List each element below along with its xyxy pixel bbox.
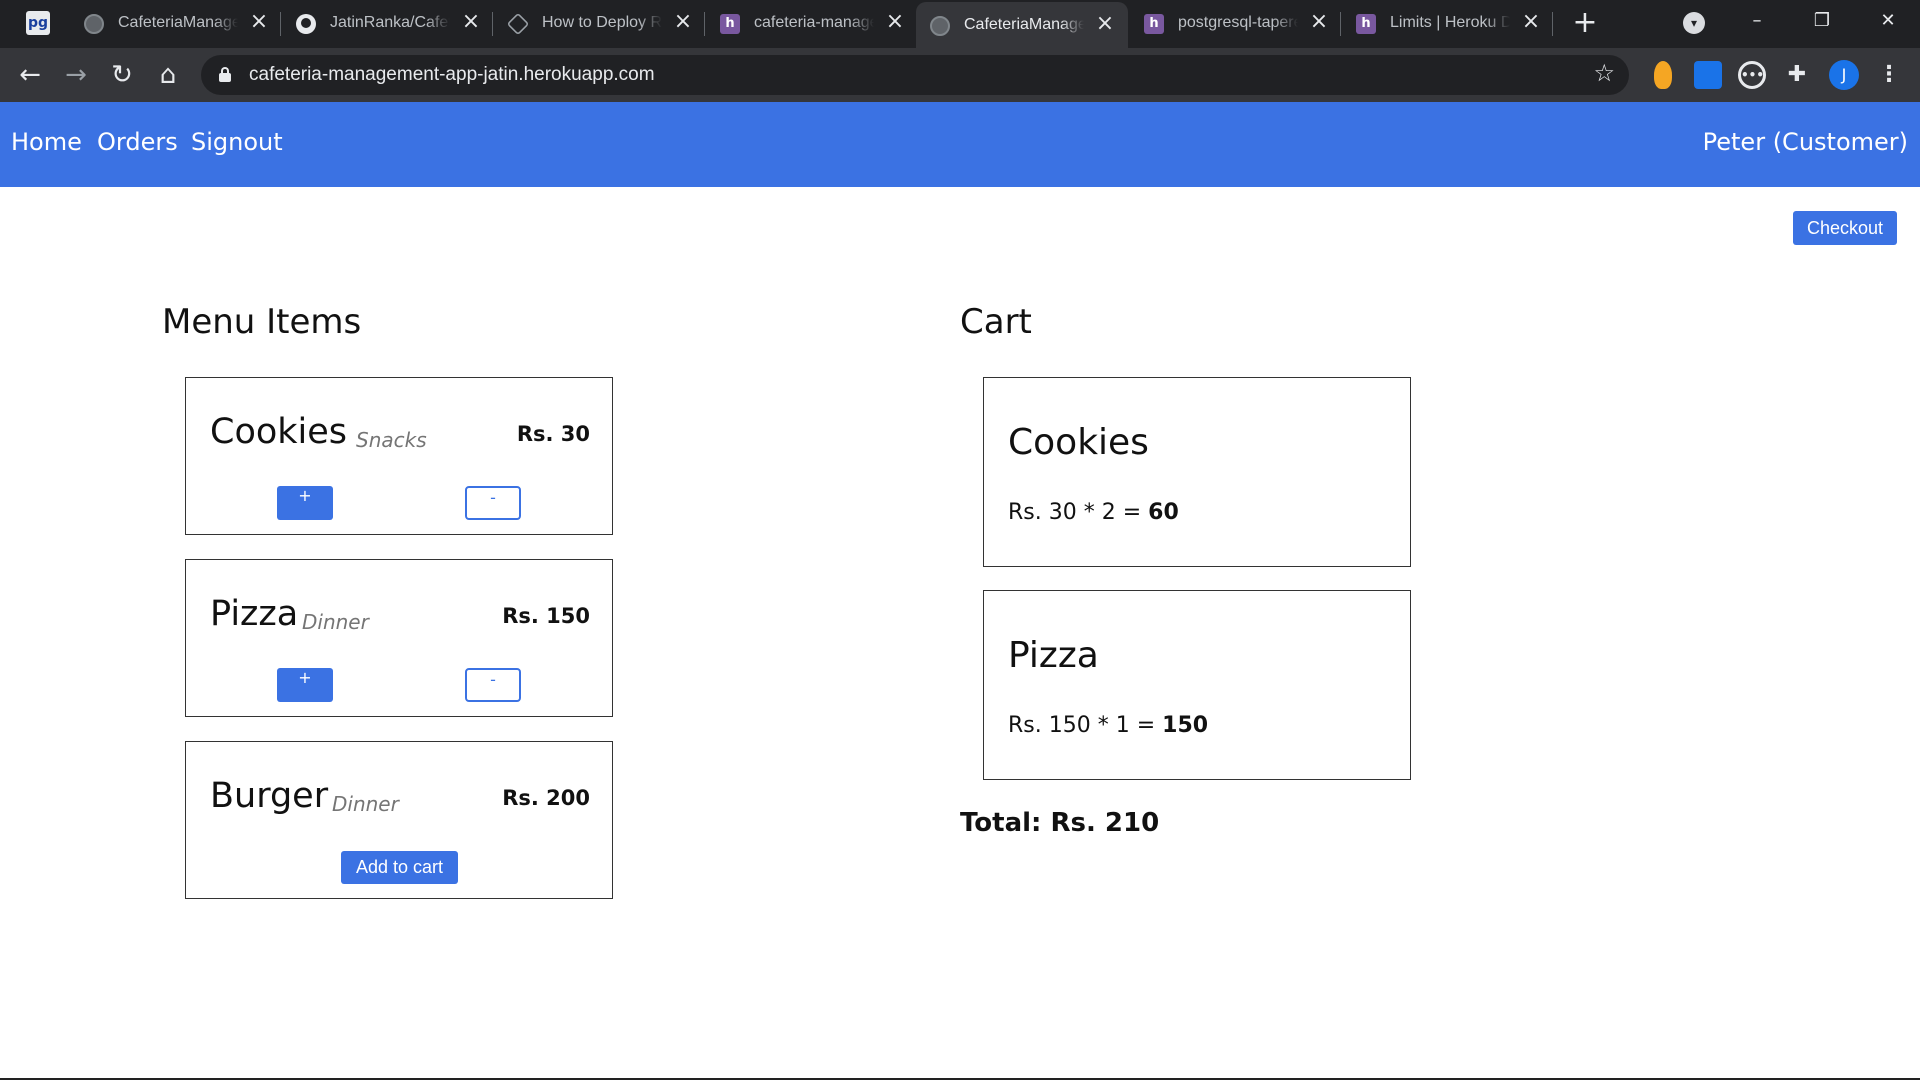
checkout-button[interactable]: Checkout [1793,211,1897,245]
close-icon[interactable]: × [884,10,906,34]
cart-heading: Cart [960,302,1032,342]
nav-link-signout[interactable]: Signout [191,128,283,156]
browser-tab-strip: pg CafeteriaManagement × JatinRanka/Cafe… [0,0,1920,48]
cart-item-name: Cookies [1008,422,1149,463]
tab-separator [1340,12,1341,36]
browser-tab[interactable]: JatinRanka/CafeteriaManagement × [282,0,494,48]
globe-icon [930,16,950,36]
menu-item-card: Pizza Dinner Rs. 150 + - [185,559,613,717]
github-icon [296,14,316,34]
menu-item-price: Rs. 30 [516,422,590,446]
bookmark-star-icon[interactable]: ☆ [1593,59,1615,87]
cart-total: Total: Rs. 210 [960,808,1160,838]
cart-item-subtotal: 60 [1148,500,1179,525]
close-icon[interactable]: × [460,10,482,34]
close-icon[interactable]: × [1308,10,1330,34]
extension-dots-icon[interactable]: ••• [1738,61,1766,89]
cart-item-formula: Rs. 30 * 2 = [1008,500,1149,525]
menu-item-name: Burger [210,776,329,816]
cart-item-card: Pizza Rs. 150 * 1 = 150 [983,590,1411,780]
close-icon[interactable]: × [1520,10,1542,34]
new-tab-plus-icon[interactable]: + [1570,8,1600,38]
home-icon[interactable]: ⌂ [152,59,184,91]
current-user-label: Peter (Customer) [1702,128,1908,156]
extension-window-icon[interactable] [1694,61,1722,89]
close-icon[interactable]: × [672,10,694,34]
address-bar[interactable]: cafeteria-management-app-jatin.herokuapp… [201,55,1629,95]
restore-icon[interactable]: ❐ [1802,6,1842,36]
browser-tab[interactable]: h postgresql-tapered × [1130,0,1342,48]
tab-title: Limits | Heroku Dev Center [1390,14,1510,32]
page-content: Home Orders Signout Peter (Customer) Che… [0,102,1920,1080]
menu-item-name: Pizza [210,594,299,634]
nav-link-home[interactable]: Home [11,128,82,156]
nav-link-orders[interactable]: Orders [97,128,178,156]
pinned-tab-pg-icon[interactable]: pg [26,11,50,35]
tab-separator [492,12,493,36]
tab-title: How to Deploy Rails [542,14,662,32]
browser-tab-active[interactable]: CafeteriaManagement × [916,2,1128,48]
back-arrow-icon[interactable]: ← [14,59,46,91]
url-text[interactable]: cafeteria-management-app-jatin.herokuapp… [249,64,655,86]
window-close-icon[interactable]: ✕ [1868,6,1908,36]
menu-item-card: Burger Dinner Rs. 200 Add to cart [185,741,613,899]
tab-separator [1552,12,1553,36]
increase-quantity-button[interactable]: + [277,486,333,520]
add-to-cart-button[interactable]: Add to cart [341,851,458,884]
profile-avatar[interactable]: J [1829,60,1859,90]
cart-item-calculation: Rs. 30 * 2 = 60 [1008,500,1179,525]
close-icon[interactable]: × [248,10,270,34]
browser-tab[interactable]: h cafeteria-management × [706,0,918,48]
tab-separator [280,12,281,36]
menu-item-price: Rs. 150 [502,604,590,628]
globe-icon [84,14,104,34]
increase-quantity-button[interactable]: + [277,668,333,702]
menu-item-category: Dinner [332,792,399,816]
tab-separator [704,12,705,36]
menu-item-category: Snacks [356,428,427,452]
browser-menu-icon[interactable]: ⋮ [1877,59,1901,91]
cart-item-name: Pizza [1008,635,1099,676]
browser-tab[interactable]: h Limits | Heroku Dev Center × [1342,0,1554,48]
tab-title: CafeteriaManagement [118,14,238,32]
minimize-icon[interactable]: – [1737,6,1777,36]
lock-icon[interactable] [219,67,231,82]
browser-tab[interactable]: How to Deploy Rails × [494,0,706,48]
cart-item-subtotal: 150 [1162,713,1209,738]
menu-items-heading: Menu Items [162,302,362,342]
browser-tab[interactable]: CafeteriaManagement × [70,0,282,48]
cart-item-calculation: Rs. 150 * 1 = 150 [1008,713,1208,738]
menu-item-price: Rs. 200 [502,786,590,810]
reload-icon[interactable]: ↻ [106,59,138,91]
tab-title: CafeteriaManagement [964,16,1084,34]
tab-title: postgresql-tapered [1178,14,1298,32]
tab-title: JatinRanka/CafeteriaManagement [330,14,450,32]
browser-toolbar: ← → ↻ ⌂ cafeteria-management-app-jatin.h… [0,48,1920,102]
tab-title: cafeteria-management [754,14,874,32]
heroku-icon: h [1144,14,1164,34]
cart-item-formula: Rs. 150 * 1 = [1008,713,1163,738]
extension-flame-icon[interactable] [1654,61,1672,89]
menu-item-category: Dinner [302,610,369,634]
decrease-quantity-button[interactable]: - [465,668,521,702]
heroku-icon: h [1356,14,1376,34]
decrease-quantity-button[interactable]: - [465,486,521,520]
app-navbar: Home Orders Signout Peter (Customer) [0,102,1920,187]
extensions-puzzle-icon[interactable]: ✚ [1783,61,1811,89]
menu-item-card: Cookies Snacks Rs. 30 + - [185,377,613,535]
close-icon[interactable]: × [1094,12,1116,36]
forward-arrow-icon[interactable]: → [60,59,92,91]
tab-search-chevron-icon[interactable]: ▾ [1683,12,1705,34]
heroku-icon: h [720,14,740,34]
graphql-icon [506,12,530,36]
menu-item-name: Cookies [210,412,348,452]
cart-item-card: Cookies Rs. 30 * 2 = 60 [983,377,1411,567]
